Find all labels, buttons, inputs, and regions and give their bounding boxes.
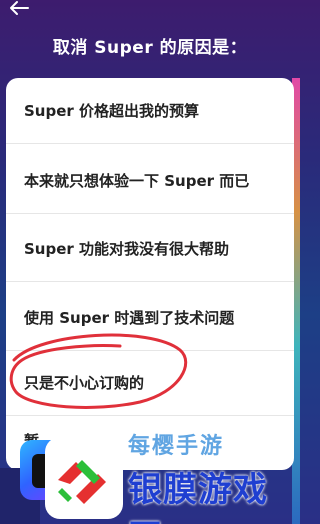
watermark-logo-icon xyxy=(48,440,120,516)
watermark-url: jyfmm.com xyxy=(244,252,282,260)
option-just-trial[interactable]: 本来就只想体验一下 Super 而已 xyxy=(6,148,294,214)
option-technical-issue[interactable]: 使用 Super 时遇到了技术问题 xyxy=(6,285,294,351)
option-accidental-purchase[interactable]: 只是不小心订购的 xyxy=(6,350,294,416)
watermark-banner: 每樱手游 银膜游戏网 xyxy=(40,434,296,524)
page-title: 取消 Super 的原因是： xyxy=(52,38,248,58)
back-arrow-icon[interactable] xyxy=(8,0,36,18)
watermark-top-text: 每樱手游 xyxy=(128,434,225,459)
option-not-helpful[interactable]: Super 功能对我没有很大帮助 xyxy=(6,216,294,282)
reason-options-card: Super 价格超出我的预算 本来就只想体验一下 Super 而已 Super … xyxy=(6,78,294,470)
watermark-main-text: 银膜游戏网 xyxy=(128,470,268,524)
option-over-budget[interactable]: Super 价格超出我的预算 xyxy=(6,78,294,144)
